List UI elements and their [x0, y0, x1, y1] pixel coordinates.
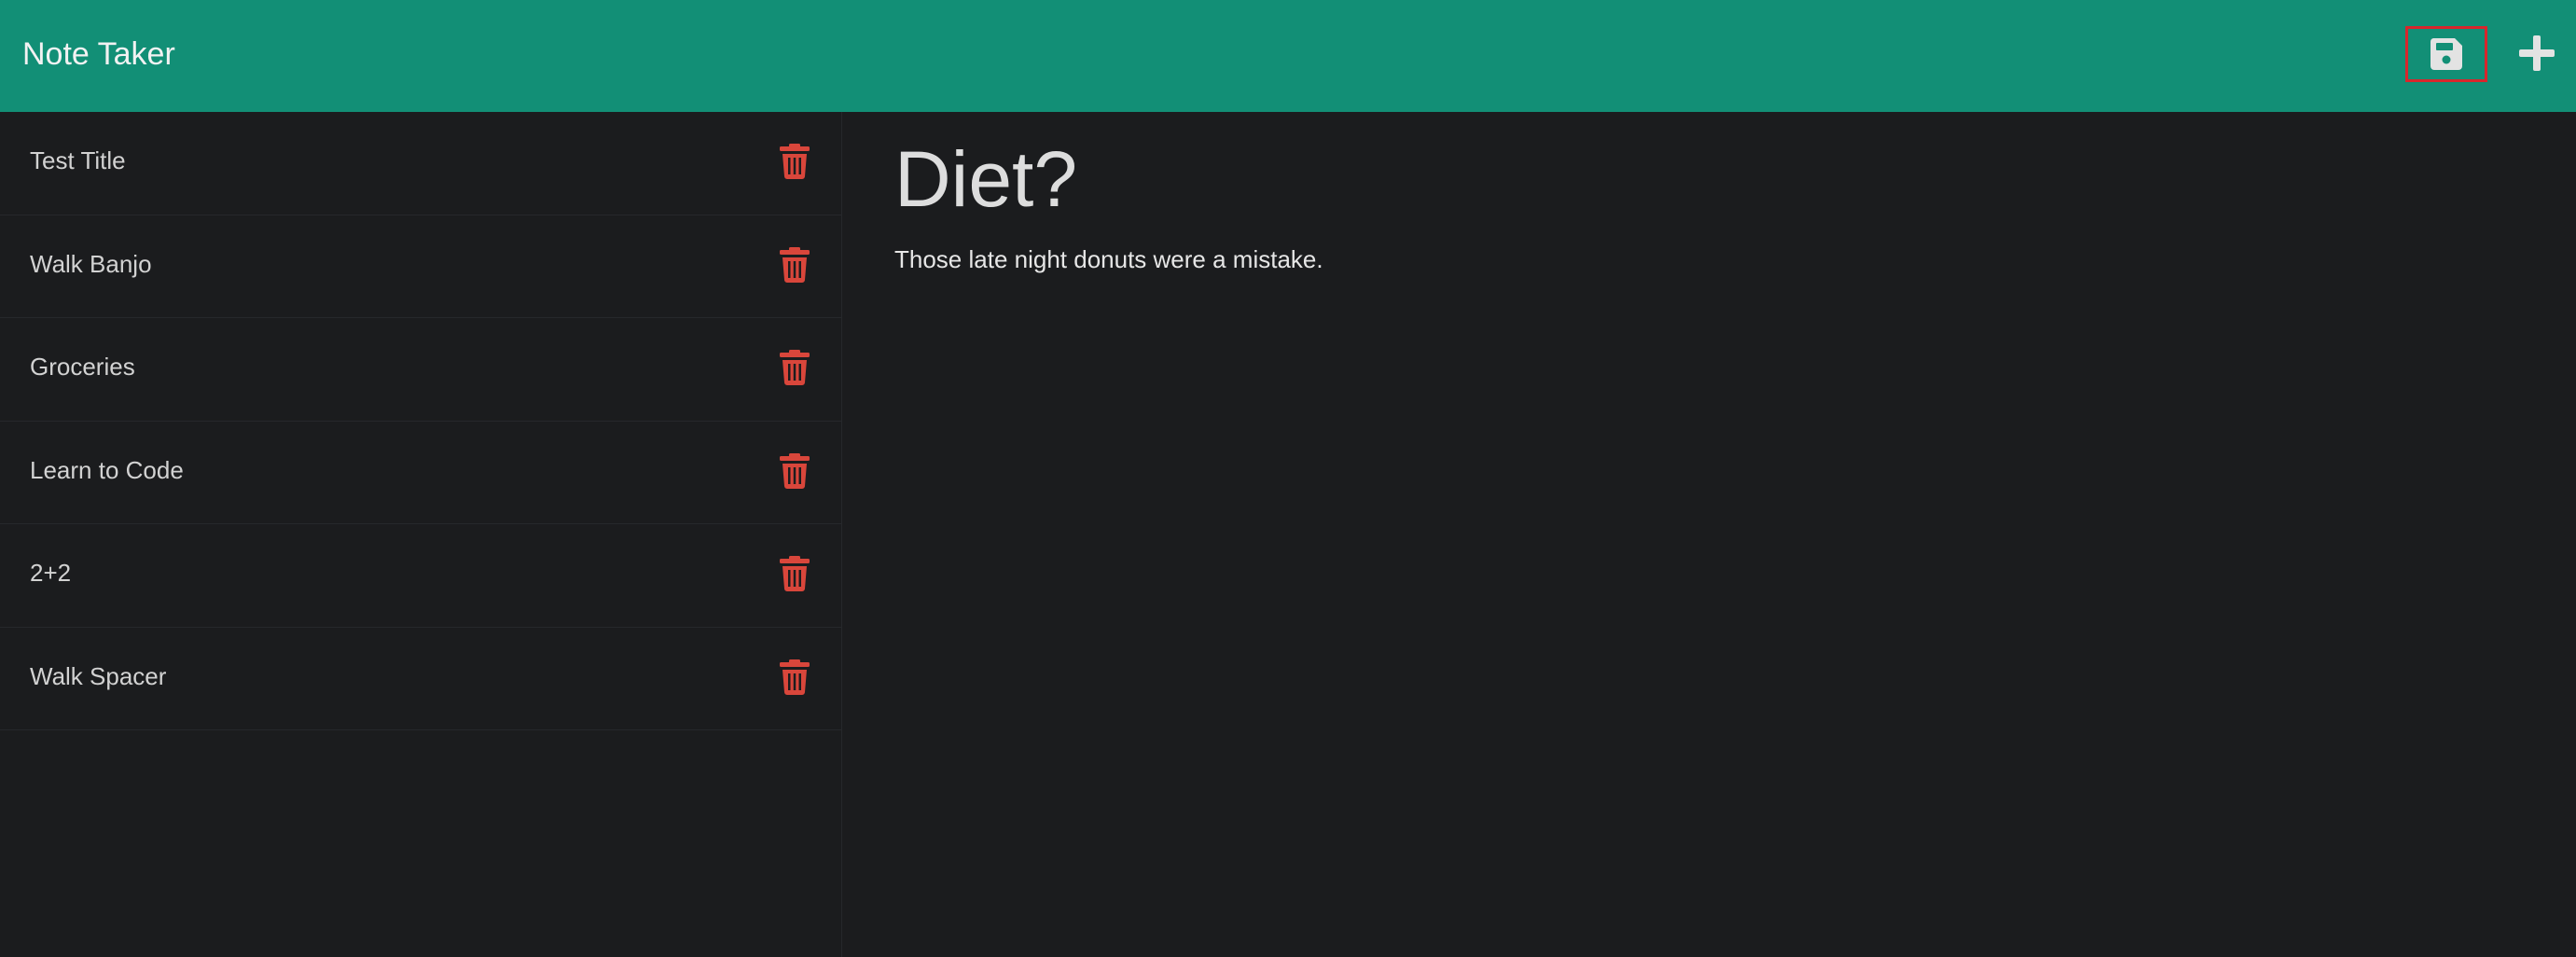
note-list: Test Title Walk Banjo Groceries Learn to…	[0, 112, 842, 957]
navbar: Note Taker	[0, 0, 2576, 112]
trash-icon[interactable]	[780, 144, 810, 179]
note-text-field[interactable]: Those late night donuts were a mistake.	[894, 243, 1323, 276]
app-title[interactable]: Note Taker	[22, 32, 175, 76]
note-list-item[interactable]: 2+2	[0, 524, 841, 628]
trash-icon[interactable]	[780, 452, 810, 489]
note-list-item-title[interactable]: Walk Spacer	[30, 658, 166, 695]
save-note-button[interactable]	[2405, 26, 2487, 82]
note-list-item[interactable]: Groceries	[0, 318, 841, 422]
note-list-item-title[interactable]: Groceries	[30, 348, 135, 385]
note-list-item[interactable]: Learn to Code	[0, 422, 841, 524]
note-list-item-title[interactable]: 2+2	[30, 554, 71, 591]
note-list-item-title[interactable]: Test Title	[30, 142, 126, 179]
new-note-button[interactable]	[2514, 27, 2560, 79]
floppy-disk-icon	[2430, 38, 2462, 70]
note-list-item-title[interactable]: Walk Banjo	[30, 245, 152, 283]
note-title-field[interactable]: Diet?	[894, 132, 1077, 226]
note-list-item-title[interactable]: Learn to Code	[30, 451, 184, 489]
note-list-item[interactable]: Walk Spacer	[0, 628, 841, 730]
note-list-item[interactable]: Walk Banjo	[0, 215, 841, 318]
trash-icon[interactable]	[780, 556, 810, 591]
trash-icon[interactable]	[780, 659, 810, 695]
plus-icon	[2519, 35, 2555, 71]
trash-icon[interactable]	[780, 350, 810, 385]
note-list-item[interactable]: Test Title	[0, 112, 841, 215]
trash-icon[interactable]	[780, 246, 810, 283]
note-editor: Diet? Those late night donuts were a mis…	[843, 112, 2576, 957]
